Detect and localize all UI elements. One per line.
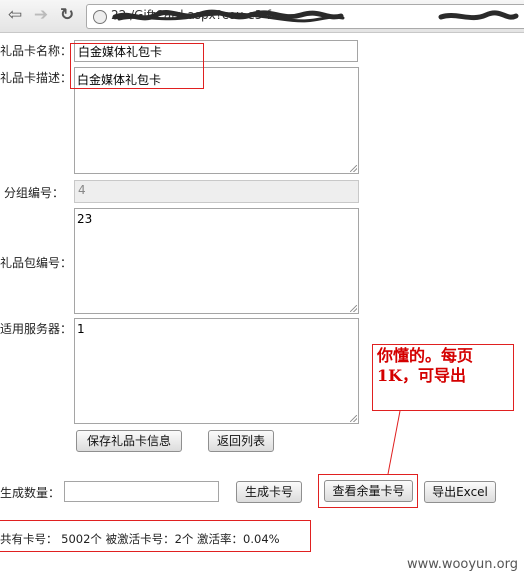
group-id-input: 4 [74, 180, 359, 203]
reload-icon[interactable]: ↻ [56, 4, 78, 26]
quantity-label: 生成数量： [0, 486, 61, 500]
card-stats-text: 共有卡号： 5002个 被激活卡号：2个 激活率：0.04% [0, 532, 280, 546]
annotation-arrow-line [387, 410, 401, 475]
card-desc-label: 礼品卡描述： [0, 71, 73, 85]
forward-icon[interactable]: ➔ [30, 4, 52, 26]
package-id-label: 礼品包编号： [0, 256, 73, 270]
resize-grip-icon[interactable] [350, 165, 357, 172]
back-icon[interactable]: ⇦ [4, 4, 26, 26]
card-name-label: 礼品卡名称： [0, 44, 73, 58]
server-label: 适用服务器： [0, 322, 73, 336]
server-value: 1 [77, 322, 85, 336]
generate-cards-button[interactable]: 生成卡号 [236, 481, 302, 503]
quantity-input[interactable] [64, 481, 219, 502]
export-excel-button[interactable]: 导出Excel [424, 481, 496, 503]
package-id-textarea[interactable]: 23 [74, 208, 359, 314]
page-icon [93, 10, 107, 24]
redaction-scribble [112, 9, 519, 23]
package-id-value: 23 [77, 212, 93, 226]
save-card-button[interactable]: 保存礼品卡信息 [76, 430, 182, 452]
highlight-box-name [70, 43, 204, 89]
annotation-note: 你懂的。每页1K，可导出 [372, 344, 514, 411]
back-to-list-button[interactable]: 返回列表 [208, 430, 274, 452]
server-textarea[interactable]: 1 [74, 318, 359, 424]
resize-grip-icon[interactable] [350, 305, 357, 312]
address-bar[interactable]: 22 /GiftCard.aspx?cou e3-f [86, 4, 524, 29]
group-id-label: 分组编号： [4, 186, 65, 200]
view-remaining-cards-button[interactable]: 查看余量卡号 [324, 480, 413, 502]
resize-grip-icon[interactable] [350, 415, 357, 422]
watermark: www.wooyun.org [406, 557, 518, 572]
browser-toolbar: ⇦ ➔ ↻ 22 /GiftCard.aspx?cou e3-f [0, 0, 524, 33]
